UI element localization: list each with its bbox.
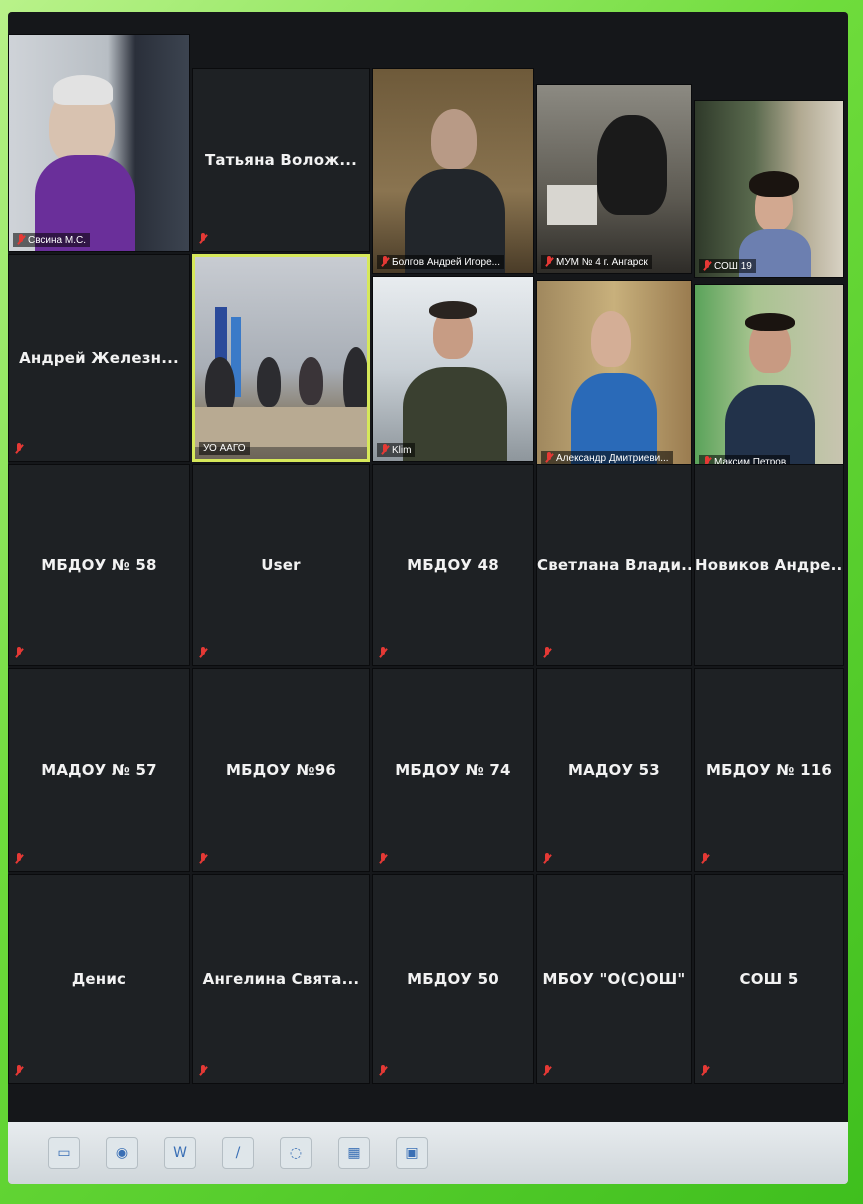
- participant-tile[interactable]: Свсина М.С.: [8, 34, 190, 252]
- mic-muted-icon: [379, 647, 387, 659]
- participant-label: Klim: [377, 443, 416, 457]
- mic-muted-icon: [545, 256, 553, 268]
- participant-video: [695, 101, 843, 277]
- mic-muted-icon: [15, 853, 23, 865]
- pen-icon[interactable]: /: [222, 1137, 254, 1169]
- mic-muted-icon: [199, 233, 207, 245]
- participant-name: User: [261, 556, 301, 574]
- mic-muted-icon: [381, 256, 389, 268]
- browser-icon[interactable]: ◉: [106, 1137, 138, 1169]
- mic-muted-icon: [701, 853, 709, 865]
- participant-tile[interactable]: МАДОУ № 57: [8, 668, 190, 872]
- participant-tile[interactable]: МБДОУ №96: [192, 668, 370, 872]
- participant-label: Болгов Андрей Игоре...: [377, 255, 504, 269]
- participant-name: МАДОУ № 57: [41, 761, 157, 779]
- participant-tile[interactable]: Новиков Андре...: [694, 464, 844, 666]
- participant-tile[interactable]: МБДОУ № 116: [694, 668, 844, 872]
- participant-tile[interactable]: User: [192, 464, 370, 666]
- participant-video: [695, 285, 843, 473]
- participant-name: Андрей Железн...: [19, 349, 179, 367]
- windows-taskbar: ▭ ◉ W / ◌ ▦ ▣: [8, 1122, 848, 1184]
- participant-tile[interactable]: Болгов Андрей Игоре...: [372, 68, 534, 274]
- participant-tile[interactable]: МБОУ "О(С)ОШ": [536, 874, 692, 1084]
- participant-name: МБДОУ 50: [407, 970, 499, 988]
- participant-video: [373, 277, 533, 461]
- participant-tile[interactable]: МБДОУ 50: [372, 874, 534, 1084]
- participant-tile[interactable]: Татьяна Волож...: [192, 68, 370, 252]
- participant-name: МБДОУ № 58: [41, 556, 157, 574]
- mic-muted-icon: [703, 260, 711, 272]
- mic-muted-icon: [199, 1065, 207, 1077]
- mic-muted-icon: [543, 853, 551, 865]
- participant-name: МБДОУ № 74: [395, 761, 511, 779]
- participant-name: Новиков Андре...: [695, 556, 844, 574]
- folder-icon[interactable]: ▭: [48, 1137, 80, 1169]
- participant-name: СОШ 5: [739, 970, 799, 988]
- participant-tile[interactable]: Андрей Железн...: [8, 254, 190, 462]
- mic-muted-icon: [15, 443, 23, 455]
- mic-muted-icon: [381, 444, 389, 456]
- participant-name: МБДОУ №96: [226, 761, 336, 779]
- participant-name: Денис: [71, 970, 127, 988]
- participant-tile[interactable]: МБДОУ № 74: [372, 668, 534, 872]
- participant-tile[interactable]: МБДОУ № 58: [8, 464, 190, 666]
- participant-video: [9, 35, 189, 251]
- participant-name: МБОУ "О(С)ОШ": [542, 970, 686, 988]
- mic-muted-icon: [379, 1065, 387, 1077]
- mic-muted-icon: [15, 647, 23, 659]
- mic-muted-icon: [15, 1065, 23, 1077]
- mic-muted-icon: [545, 452, 553, 464]
- mic-muted-icon: [199, 647, 207, 659]
- participant-tile[interactable]: МБДОУ 48: [372, 464, 534, 666]
- mic-muted-icon: [543, 647, 551, 659]
- participant-label: Александр Дмитриеви...: [541, 451, 673, 465]
- participant-tile[interactable]: СОШ 19: [694, 100, 844, 278]
- participant-label: УО ААГО: [199, 442, 250, 455]
- zoom-icon[interactable]: ◌: [280, 1137, 312, 1169]
- mic-muted-icon: [543, 1065, 551, 1077]
- participant-label: СОШ 19: [699, 259, 756, 273]
- participant-label: Свсина М.С.: [13, 233, 90, 247]
- participant-tile[interactable]: Александр Дмитриеви...: [536, 280, 692, 470]
- participant-video: [373, 69, 533, 273]
- participant-video: [195, 257, 367, 459]
- participant-tile[interactable]: МАДОУ 53: [536, 668, 692, 872]
- participant-label: МУМ № 4 г. Ангарск: [541, 255, 652, 269]
- participant-tile[interactable]: МУМ № 4 г. Ангарск: [536, 84, 692, 274]
- participant-name: Татьяна Волож...: [204, 151, 358, 169]
- settings-icon[interactable]: ▦: [338, 1137, 370, 1169]
- mic-muted-icon: [199, 853, 207, 865]
- participant-name: МБДОУ 48: [407, 556, 499, 574]
- participant-tile-active-speaker[interactable]: УО ААГО: [192, 254, 370, 462]
- participant-name: Ангелина Свята...: [202, 970, 360, 988]
- participant-tile[interactable]: Денис: [8, 874, 190, 1084]
- mic-muted-icon: [379, 853, 387, 865]
- participant-name: МБДОУ № 116: [705, 761, 833, 779]
- participant-tile[interactable]: Ангелина Свята...: [192, 874, 370, 1084]
- participant-video: [537, 281, 691, 469]
- participant-video: [537, 85, 691, 273]
- monitor-screen: Свсина М.С. Татьяна Волож... Болгов Андр…: [8, 12, 848, 1184]
- mic-muted-icon: [701, 1065, 709, 1077]
- participant-tile[interactable]: СОШ 5: [694, 874, 844, 1084]
- monitor-icon[interactable]: ▣: [396, 1137, 428, 1169]
- participant-name: Светлана Влади...: [537, 556, 692, 574]
- video-gallery: Свсина М.С. Татьяна Волож... Болгов Андр…: [8, 12, 848, 1122]
- word-icon[interactable]: W: [164, 1137, 196, 1169]
- participant-tile[interactable]: Klim: [372, 276, 534, 462]
- participant-tile[interactable]: Светлана Влади...: [536, 464, 692, 666]
- mic-muted-icon: [17, 234, 25, 246]
- participant-tile[interactable]: Максим Петров: [694, 284, 844, 474]
- participant-name: МАДОУ 53: [568, 761, 660, 779]
